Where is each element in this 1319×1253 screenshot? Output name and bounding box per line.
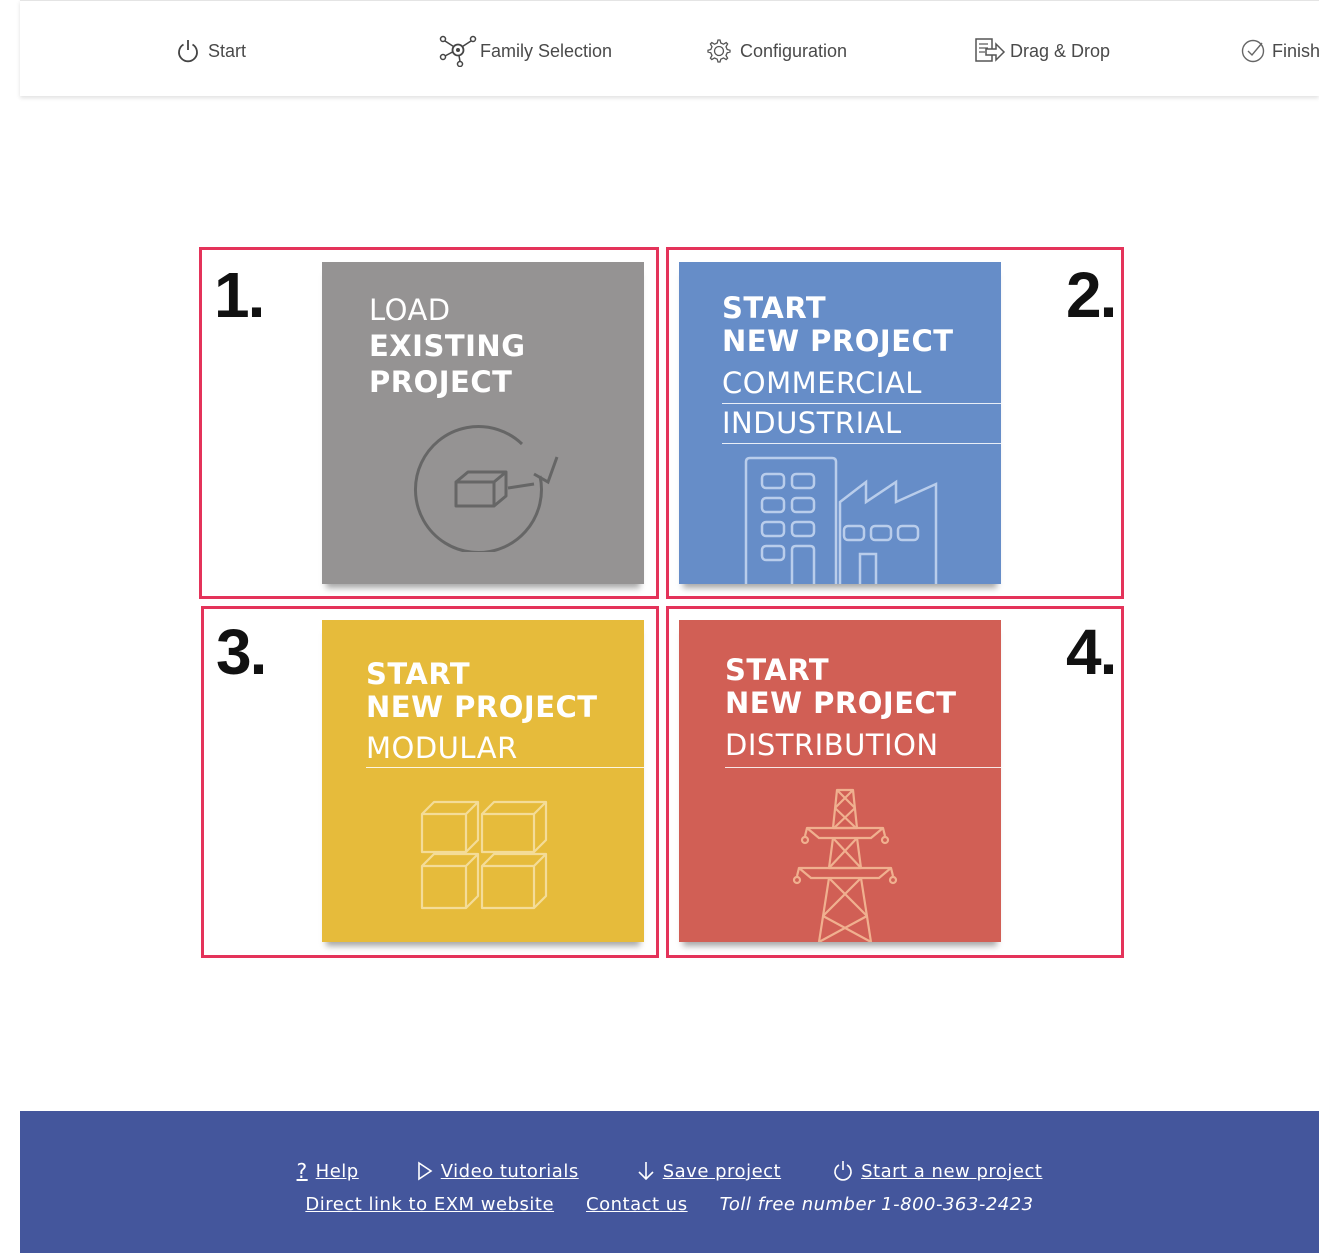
start-new-project-label: Start a new project [861, 1160, 1043, 1182]
drag-drop-icon [974, 37, 1006, 65]
toll-free-number: Toll free number 1-800-363-2423 [719, 1194, 1034, 1215]
tile-1-line-2: EXISTING [369, 329, 526, 363]
check-circle-icon [1240, 38, 1266, 64]
tile-3-subtitle-1: MODULAR [366, 731, 518, 765]
network-icon [438, 35, 478, 67]
tile-number-4: 4. [1066, 616, 1117, 688]
distribution-tile[interactable]: START NEW PROJECT DISTRIBUTION [679, 620, 1001, 942]
tile-4-subtitle-1: DISTRIBUTION [725, 728, 939, 762]
footer: ? Help Video tutorials Save project Star… [20, 1111, 1319, 1253]
tile-number-3: 3. [216, 616, 267, 688]
step-family-selection-label: Family Selection [480, 40, 613, 61]
question-icon: ? [296, 1159, 308, 1183]
tile-number-1: 1. [214, 259, 265, 331]
play-icon [417, 1161, 433, 1181]
footer-links-row: ? Help Video tutorials Save project Star… [20, 1159, 1319, 1183]
step-configuration[interactable]: Configuration [706, 37, 847, 65]
tile-4-divider-1 [725, 767, 1001, 768]
step-configuration-label: Configuration [740, 40, 848, 61]
tile-2-subtitle-2: INDUSTRIAL [722, 406, 902, 440]
step-finish-label: Finish [1272, 40, 1319, 61]
step-drag-drop[interactable]: Drag & Drop [974, 37, 1110, 65]
step-navigation-bar: Start Family Selection Configuration Dra… [20, 0, 1319, 96]
step-start[interactable]: Start [176, 37, 246, 65]
tile-1-line-1: LOAD [369, 293, 451, 327]
step-start-label: Start [208, 40, 247, 61]
tile-2-divider-2 [722, 443, 1001, 444]
tile-2-line-1: START [722, 291, 827, 325]
tile-number-2: 2. [1066, 259, 1117, 331]
tile-3-divider-1 [366, 767, 644, 768]
tile-3-line-1: START [366, 657, 471, 691]
tile-4-line-1: START [725, 653, 830, 687]
modular-tile[interactable]: START NEW PROJECT MODULAR [322, 620, 644, 942]
gear-icon [706, 38, 732, 64]
footer-info-row: Direct link to EXM website Contact us To… [20, 1194, 1319, 1215]
exm-website-link[interactable]: Direct link to EXM website [305, 1194, 554, 1215]
tile-4-line-2: NEW PROJECT [725, 686, 957, 720]
step-finish[interactable]: Finish [1240, 37, 1319, 65]
save-project-link[interactable]: Save project [637, 1161, 781, 1182]
power-icon [833, 1160, 853, 1182]
step-drag-drop-label: Drag & Drop [1010, 40, 1111, 61]
load-project-icon [414, 425, 559, 552]
help-link[interactable]: ? Help [297, 1159, 359, 1183]
power-tower-icon [792, 788, 898, 942]
building-factory-icon [744, 456, 938, 584]
step-family-selection[interactable]: Family Selection [438, 35, 613, 67]
video-tutorials-link[interactable]: Video tutorials [417, 1161, 579, 1182]
save-project-label: Save project [662, 1160, 782, 1182]
download-arrow-icon [637, 1161, 655, 1181]
start-new-project-link[interactable]: Start a new project [833, 1160, 1042, 1182]
commercial-industrial-tile[interactable]: START NEW PROJECT COMMERCIAL INDUSTRIAL [679, 262, 1001, 584]
tile-1-line-3: PROJECT [369, 365, 513, 399]
contact-us-link[interactable]: Contact us [586, 1194, 688, 1215]
modular-cubes-icon [420, 800, 548, 910]
power-icon [176, 38, 200, 64]
tile-2-divider-1 [722, 403, 1001, 404]
help-link-label: Help [315, 1160, 359, 1182]
tile-3-line-2: NEW PROJECT [366, 690, 598, 724]
load-existing-project-tile[interactable]: LOAD EXISTING PROJECT [322, 262, 644, 584]
tile-2-line-2: NEW PROJECT [722, 324, 954, 358]
tile-2-subtitle-1: COMMERCIAL [722, 366, 922, 400]
video-tutorials-label: Video tutorials [440, 1160, 579, 1182]
